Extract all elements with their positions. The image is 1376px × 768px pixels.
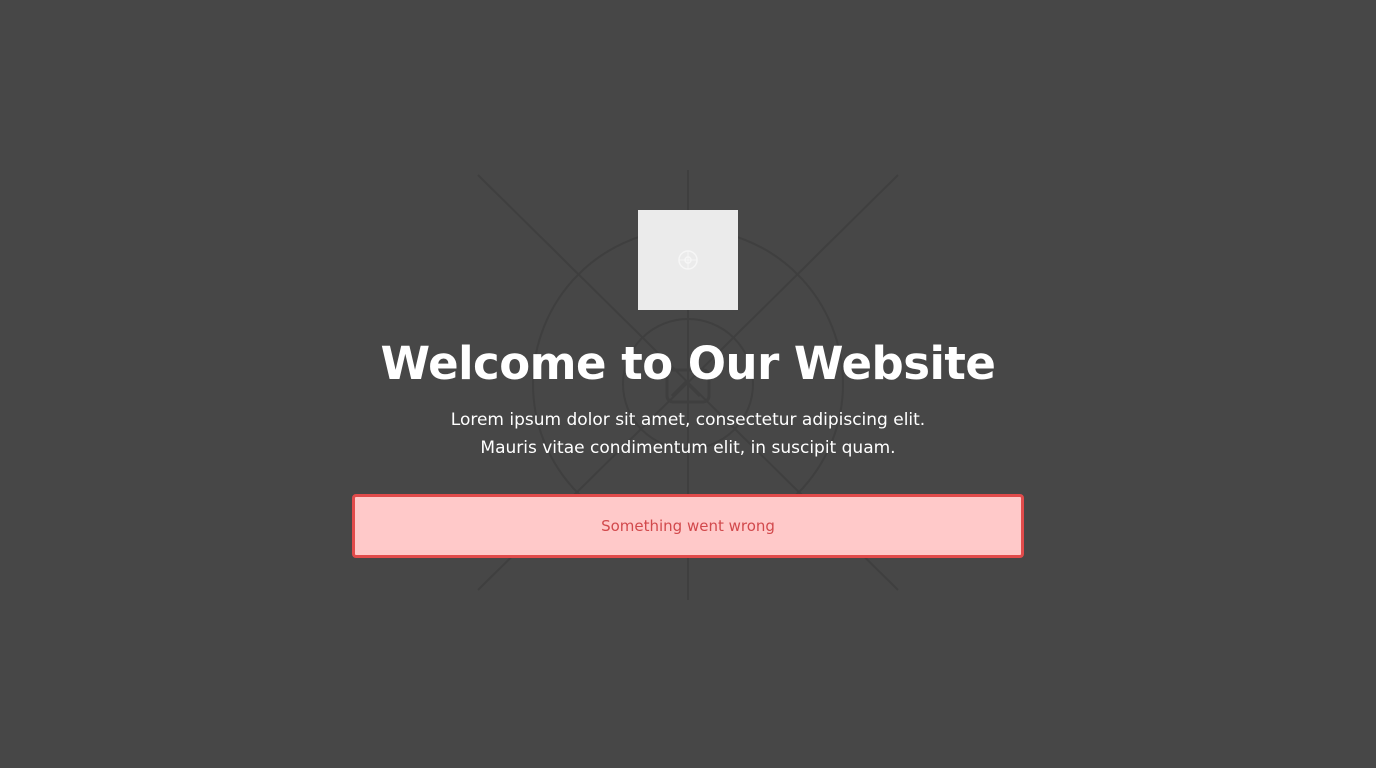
logo-image-placeholder — [638, 210, 738, 310]
subtitle-line: Lorem ipsum dolor sit amet, consectetur … — [450, 410, 926, 430]
error-message: Something went wrong — [601, 517, 775, 535]
subtitle-line: Mauris vitae condimentum elit, in suscip… — [480, 438, 896, 458]
error-alert: Something went wrong — [352, 494, 1024, 558]
hero-subtitle: Lorem ipsum dolor sit amet, consectetur … — [0, 406, 1376, 462]
image-placeholder-icon — [678, 250, 698, 270]
page-title: Welcome to Our Website — [380, 337, 996, 390]
page: Welcome to Our Website Lorem ipsum dolor… — [0, 0, 1376, 768]
